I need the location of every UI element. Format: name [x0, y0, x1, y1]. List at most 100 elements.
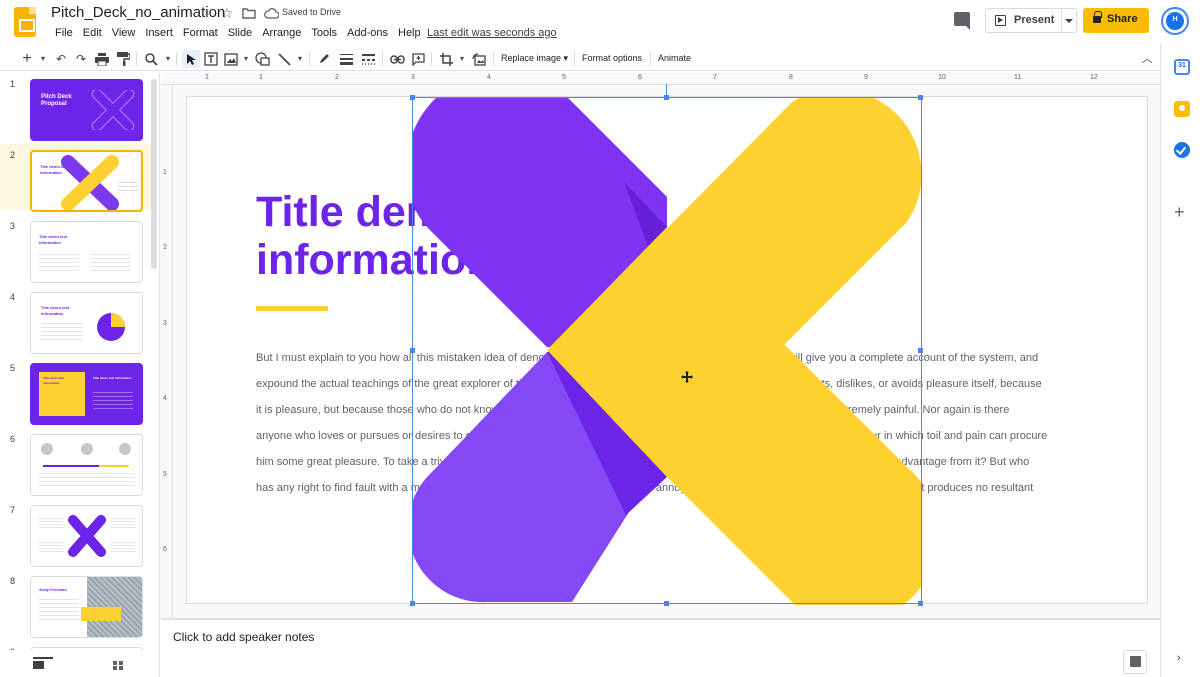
side-panel: + ›	[1160, 44, 1200, 677]
new-slide-icon[interactable]: +	[19, 51, 35, 67]
slide-number: 2	[10, 150, 16, 160]
slide-thumbnail-6[interactable]: 6	[0, 428, 152, 496]
toolbar-divider	[574, 52, 575, 66]
format-options-button[interactable]: Format options	[582, 53, 642, 63]
tasks-icon[interactable]	[1174, 142, 1190, 158]
line-dropdown-icon[interactable]: ▾	[292, 51, 308, 67]
collapse-toolbar-icon[interactable]: ︿	[1139, 51, 1155, 67]
border-weight-icon[interactable]	[338, 51, 354, 67]
x-cross-image[interactable]	[412, 97, 922, 605]
slide-thumbnail-3[interactable]: 3 Title demo text information	[0, 215, 152, 283]
slide-preview-title: Title demo text information	[41, 305, 70, 316]
title-underline-accent	[256, 306, 328, 311]
present-options-dropdown[interactable]	[1062, 8, 1077, 33]
redo-icon[interactable]: ↷	[73, 51, 89, 67]
speaker-notes-placeholder[interactable]: Click to add speaker notes	[173, 630, 314, 644]
menu-help[interactable]: Help	[394, 25, 425, 41]
move-cursor-icon	[681, 371, 693, 383]
zoom-icon[interactable]	[143, 51, 159, 67]
present-button[interactable]: Present	[985, 8, 1062, 33]
show-side-panel-icon[interactable]: ›	[1177, 652, 1181, 664]
menu-format[interactable]: Format	[179, 25, 222, 41]
slide-preview-title: Title demo text information	[39, 234, 68, 245]
menu-tools[interactable]: Tools	[307, 25, 341, 41]
document-title[interactable]: Pitch_Deck_no_animation	[51, 3, 225, 23]
add-comment-icon[interactable]	[410, 51, 426, 67]
text-box-icon[interactable]	[203, 51, 219, 67]
replace-image-button[interactable]: Replace image ▾	[501, 53, 568, 64]
undo-icon[interactable]: ↶	[53, 51, 69, 67]
slide-thumbnail-1[interactable]: 1 Pitch Deck Proposal	[0, 73, 152, 141]
ruler-mark: 6	[163, 546, 167, 553]
insert-image-icon[interactable]	[223, 51, 239, 67]
move-folder-icon[interactable]	[241, 5, 257, 21]
speaker-notes[interactable]: Click to add speaker notes	[161, 620, 1160, 677]
menu-file[interactable]: File	[51, 25, 77, 41]
ruler-mark: 6	[638, 74, 642, 81]
menu-addons[interactable]: Add-ons	[343, 25, 392, 41]
account-avatar[interactable]: H	[1161, 7, 1189, 35]
slide-thumbnail-2[interactable]: 2 Title demo text information	[0, 144, 152, 212]
slide-thumbnail-4[interactable]: 4 Title demo text information	[0, 286, 152, 354]
replace-image-label: Replace image	[501, 53, 562, 63]
comment-history-icon[interactable]	[954, 12, 970, 30]
x-mark-thumbnail	[91, 90, 135, 130]
star-icon[interactable]: ☆	[219, 5, 235, 21]
ruler-mark: 11	[1014, 74, 1022, 81]
ruler-mark: 1	[205, 74, 209, 81]
ruler-mark: 5	[562, 74, 566, 81]
ruler-mark: 4	[163, 395, 167, 402]
insert-link-icon[interactable]	[389, 51, 405, 67]
ruler-mark: 3	[411, 74, 415, 81]
filmstrip-scrollbar[interactable]	[151, 79, 157, 269]
slides-logo[interactable]	[14, 7, 36, 37]
explore-icon[interactable]	[1123, 650, 1147, 674]
menu-insert[interactable]: Insert	[141, 25, 177, 41]
resize-handle-top-right[interactable]	[918, 95, 923, 100]
get-addons-icon[interactable]: +	[1174, 203, 1185, 221]
animate-button[interactable]: Animate	[658, 53, 691, 63]
resize-handle-right[interactable]	[918, 348, 923, 353]
slide-thumbnail-8[interactable]: 8 Andy Freeman	[0, 570, 152, 638]
resize-handle-bottom[interactable]	[664, 601, 669, 606]
slide-thumbnail-7[interactable]: 7	[0, 499, 152, 567]
keep-icon[interactable]	[1174, 101, 1190, 117]
resize-handle-top-left[interactable]	[410, 95, 415, 100]
last-edit-link[interactable]: Last edit was seconds ago	[427, 25, 557, 41]
image-dropdown-icon[interactable]: ▾	[238, 51, 254, 67]
line-icon[interactable]	[276, 51, 292, 67]
filmstrip-view-icon[interactable]	[33, 657, 53, 669]
calendar-icon[interactable]	[1174, 59, 1190, 75]
grid-view-icon[interactable]	[113, 661, 123, 670]
mask-image-dropdown-icon[interactable]: ▾	[454, 51, 470, 67]
slide-preview: Andy Freeman	[30, 576, 143, 638]
border-dash-icon[interactable]	[360, 51, 376, 67]
x-mark-thumbnail	[61, 155, 119, 210]
select-cursor-icon[interactable]	[183, 51, 199, 67]
resize-handle-left[interactable]	[410, 348, 415, 353]
resize-handle-bottom-left[interactable]	[410, 601, 415, 606]
paint-format-icon[interactable]	[115, 51, 131, 67]
toolbar-divider	[493, 52, 494, 66]
print-icon[interactable]	[94, 51, 110, 67]
border-color-icon[interactable]	[316, 51, 332, 67]
menu-edit[interactable]: Edit	[79, 25, 106, 41]
reset-image-icon[interactable]	[471, 51, 487, 67]
new-slide-layout-dropdown-icon[interactable]: ▾	[35, 51, 51, 67]
slide-number: 4	[10, 292, 16, 302]
toolbar-divider	[176, 52, 177, 66]
menu-slide[interactable]: Slide	[224, 25, 256, 41]
save-status[interactable]: Saved to Drive	[282, 7, 341, 17]
share-button[interactable]: Share	[1083, 8, 1149, 33]
menu-arrange[interactable]: Arrange	[258, 25, 305, 41]
slide-thumbnail-5[interactable]: 5 Title demo text information Title demo…	[0, 357, 152, 425]
shape-icon[interactable]	[254, 51, 270, 67]
zoom-dropdown-icon[interactable]: ▾	[160, 51, 176, 67]
menu-view[interactable]: View	[108, 25, 140, 41]
cloud-saved-icon[interactable]	[263, 5, 279, 21]
slide-preview: Pitch Deck Proposal	[30, 79, 143, 141]
resize-handle-bottom-right[interactable]	[918, 601, 923, 606]
ruler-mark: 5	[163, 471, 167, 478]
crop-icon[interactable]	[438, 51, 454, 67]
filmstrip-view-controls	[0, 650, 159, 677]
